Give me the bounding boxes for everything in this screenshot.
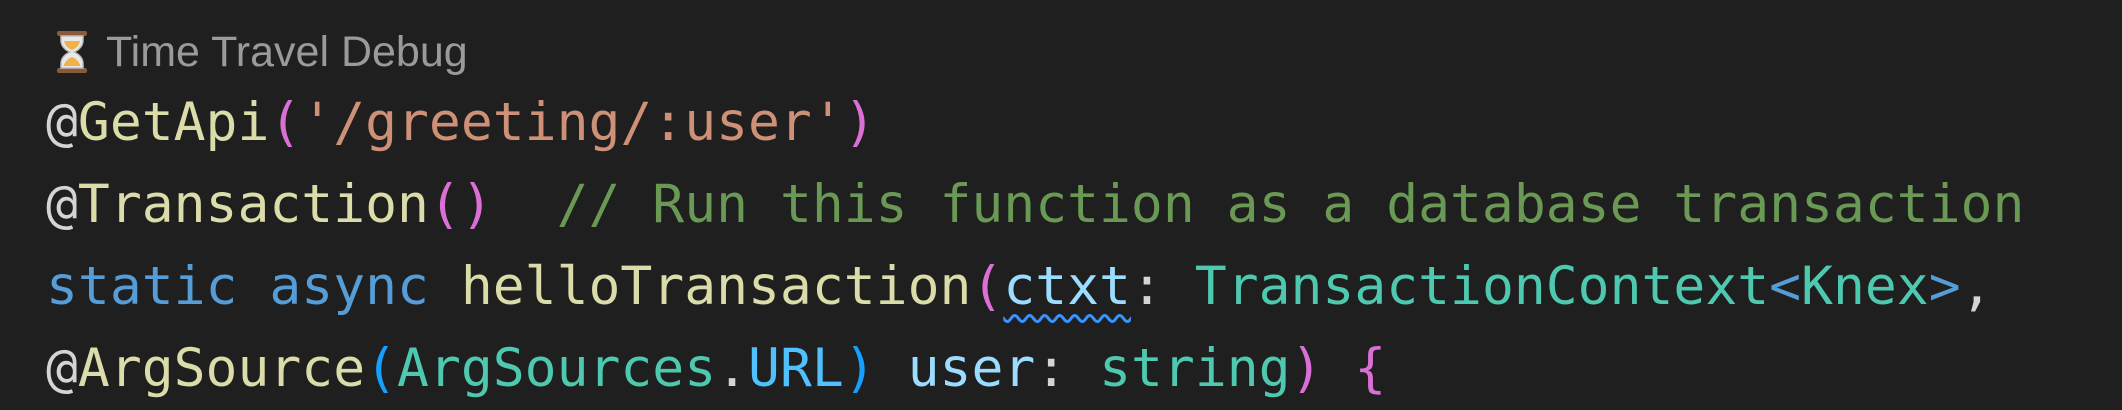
decorator-at: @ bbox=[46, 92, 78, 153]
codelens-time-travel-debug[interactable]: Time Travel Debug bbox=[48, 24, 468, 80]
enum-member: URL bbox=[748, 338, 844, 399]
paren-open: ( bbox=[365, 338, 398, 399]
keyword-static: static bbox=[46, 256, 238, 317]
decorator-at: @ bbox=[46, 338, 78, 399]
generic-type: Knex bbox=[1801, 256, 1929, 317]
paren-close: ) bbox=[1290, 338, 1323, 399]
keyword-async: async bbox=[269, 256, 429, 317]
dot: . bbox=[716, 338, 749, 399]
code-line-4[interactable]: @ArgSource(ArgSources.URL) user: string)… bbox=[46, 328, 1386, 410]
paren-open: ( bbox=[971, 256, 1004, 317]
decorator-at: @ bbox=[46, 174, 78, 235]
function-name: helloTransaction bbox=[460, 256, 972, 317]
paren-close: ) bbox=[843, 92, 876, 153]
parameter-ctxt[interactable]: ctxt bbox=[1003, 256, 1131, 317]
type-name: TransactionContext bbox=[1194, 256, 1770, 317]
decorator-name: ArgSource bbox=[77, 338, 366, 399]
parameter-user: user bbox=[907, 338, 1036, 399]
paren-close-inner: ) bbox=[843, 338, 876, 399]
paren-open: ( bbox=[269, 92, 302, 153]
decorator-name: GetApi bbox=[77, 92, 270, 153]
colon: : bbox=[1035, 338, 1100, 399]
enum-name: ArgSources bbox=[397, 338, 717, 399]
route-string: '/greeting/:user' bbox=[301, 92, 844, 153]
colon: : bbox=[1130, 256, 1195, 317]
angle-open: < bbox=[1769, 256, 1802, 317]
angle-close: > bbox=[1928, 256, 1961, 317]
code-line-3[interactable]: static async helloTransaction(ctxt: Tran… bbox=[46, 246, 1993, 328]
code-comment: // Run this function as a database trans… bbox=[556, 174, 2025, 235]
parens: () bbox=[428, 174, 493, 235]
hourglass-icon bbox=[48, 28, 96, 76]
code-line-1[interactable]: @GetApi('/greeting/:user') bbox=[46, 82, 876, 164]
type-string: string bbox=[1099, 338, 1291, 399]
code-editor[interactable]: Time Travel Debug @GetApi('/greeting/:us… bbox=[0, 0, 2122, 410]
codelens-label: Time Travel Debug bbox=[106, 27, 468, 76]
brace-open: { bbox=[1354, 338, 1387, 399]
code-line-2[interactable]: @Transaction() // Run this function as a… bbox=[46, 164, 2024, 246]
comma: , bbox=[1960, 256, 1993, 317]
decorator-name: Transaction bbox=[77, 174, 429, 235]
